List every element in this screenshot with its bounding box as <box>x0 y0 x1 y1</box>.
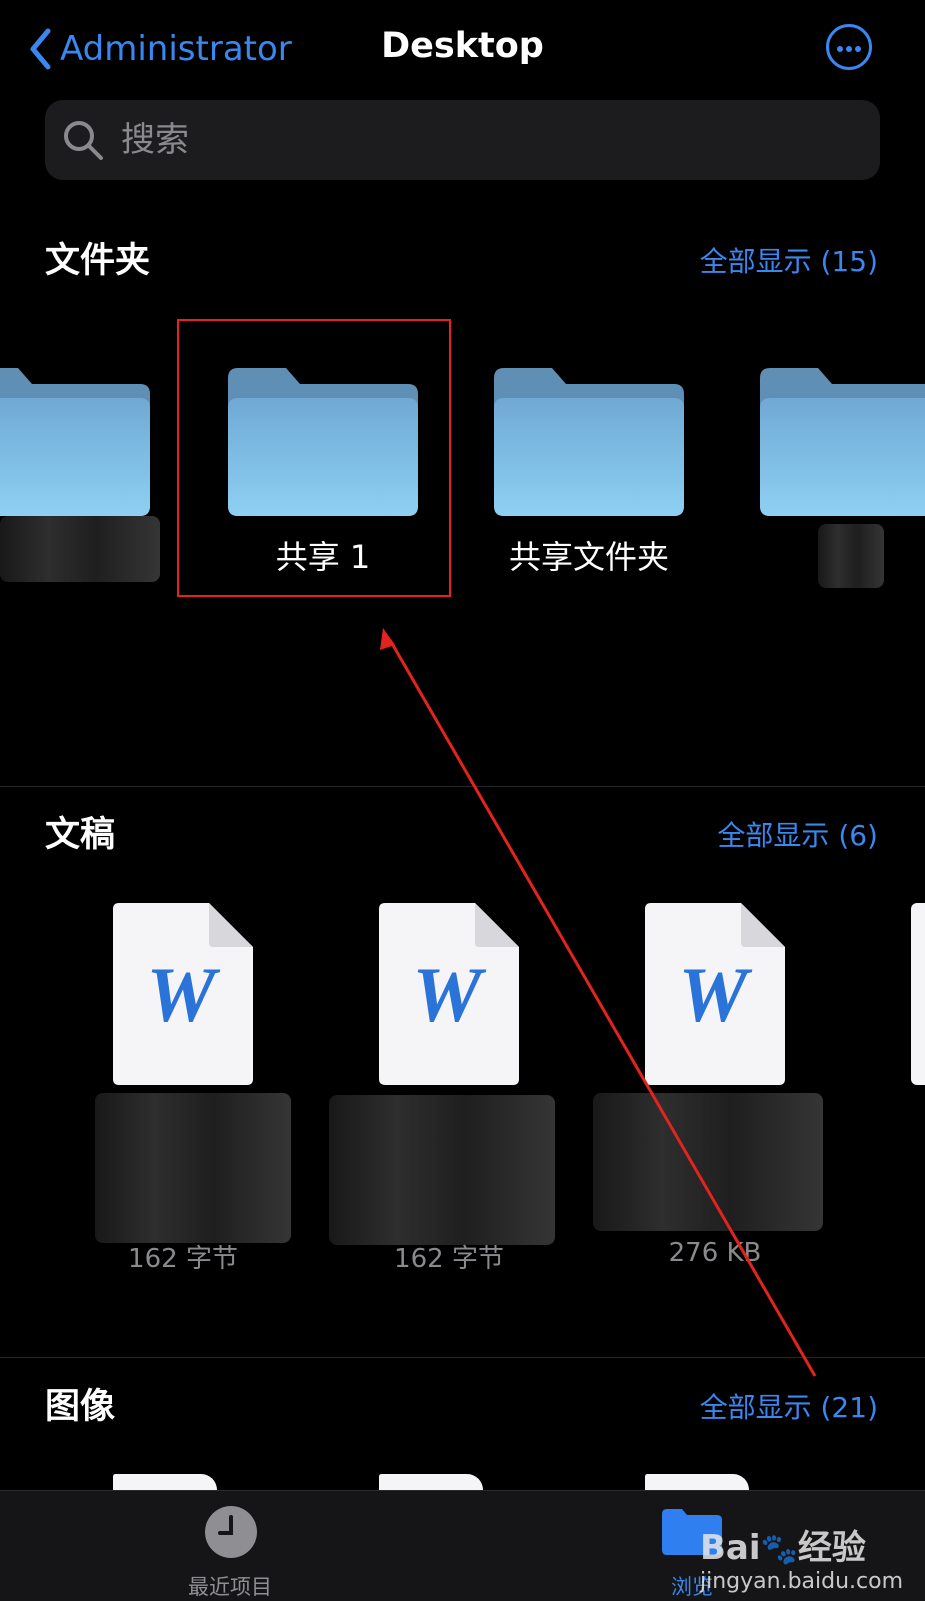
annotation-arrow <box>380 628 817 1377</box>
clock-icon <box>205 1506 257 1558</box>
tab-recents[interactable]: 最近项目 <box>130 1491 330 1601</box>
watermark-url: jingyan.baidu.com <box>700 1569 904 1594</box>
watermark-brand-2: 经验 <box>797 1528 866 1568</box>
baidu-watermark: Bai🐾经验 jingyan.baidu.com <box>700 1520 903 1594</box>
paw-icon: 🐾 <box>760 1532 798 1567</box>
watermark-brand: Bai <box>700 1528 761 1568</box>
tab-label: 最近项目 <box>188 1575 272 1599</box>
